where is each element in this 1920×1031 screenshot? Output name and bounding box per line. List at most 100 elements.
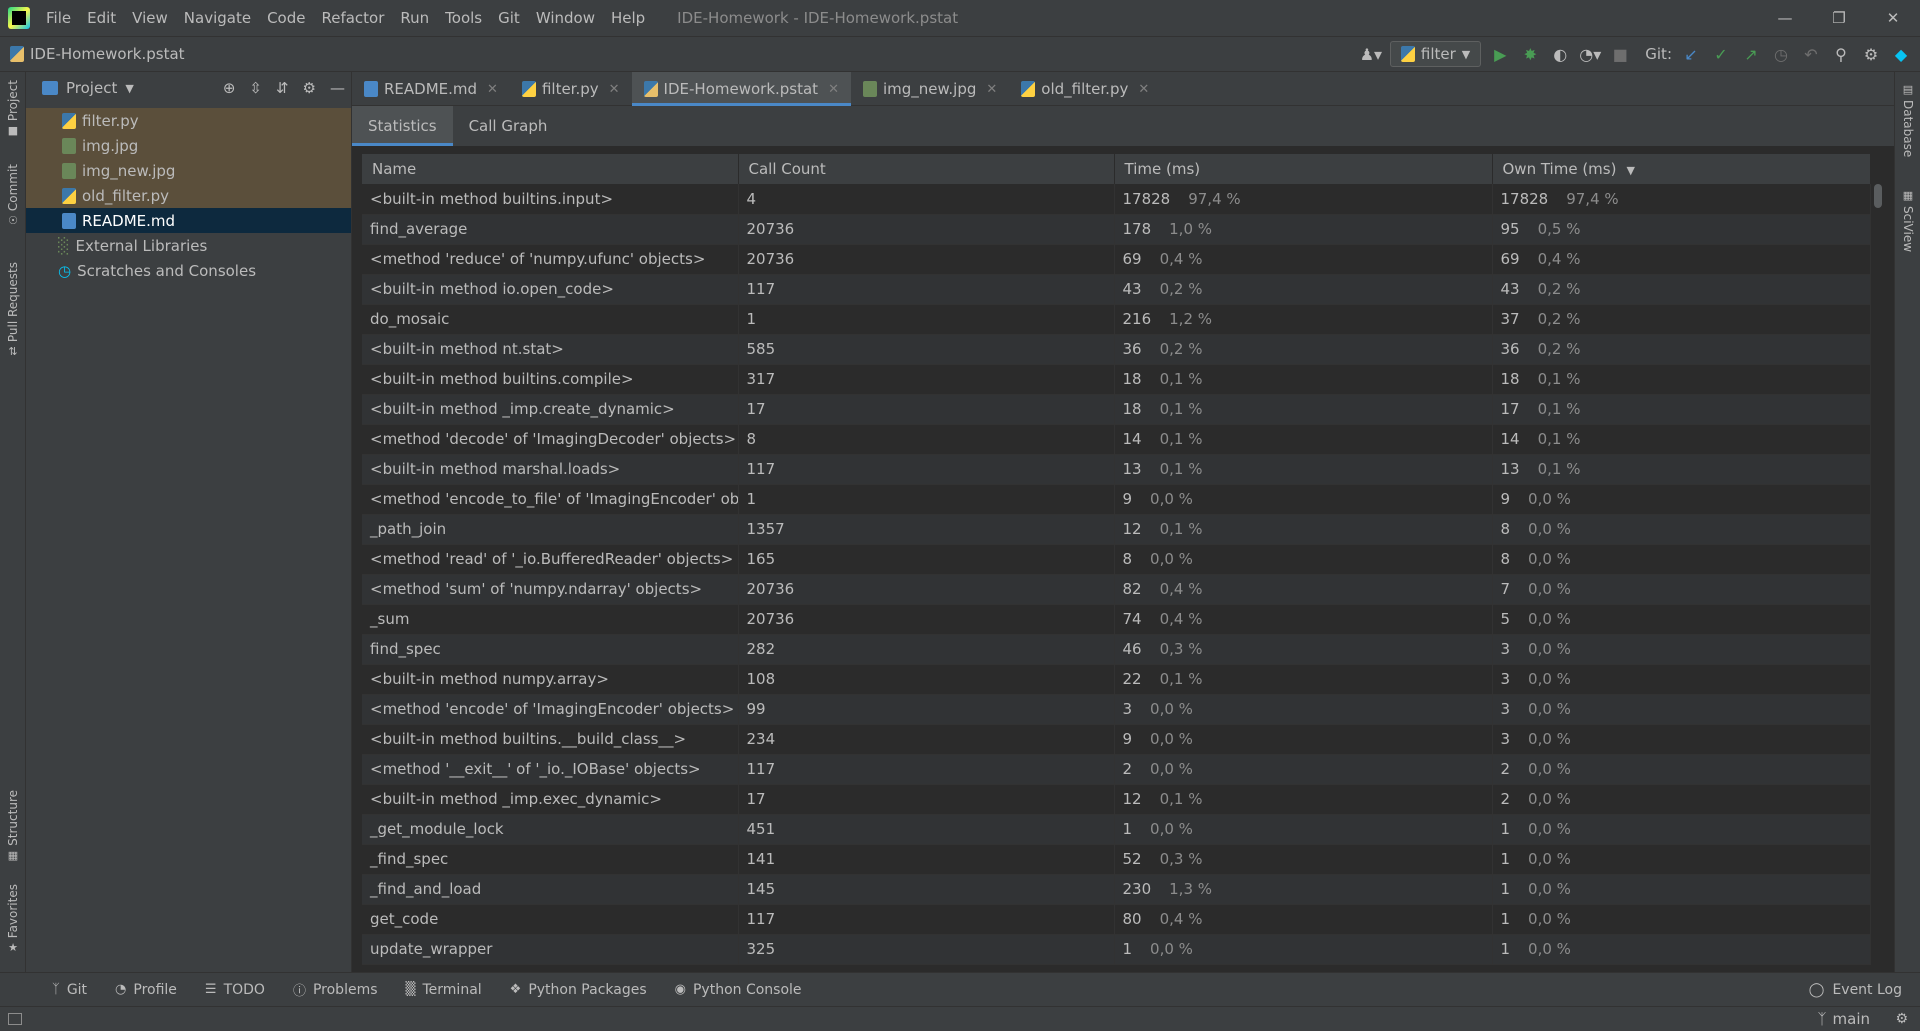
table-row[interactable]: <method 'sum' of 'numpy.ndarray' objects… bbox=[362, 574, 1871, 605]
history-icon[interactable]: ◷ bbox=[1770, 43, 1792, 65]
table-row[interactable]: <built-in method builtins.__build_class_… bbox=[362, 724, 1871, 755]
tool-tab-favorites[interactable]: Favorites ★ bbox=[0, 884, 26, 954]
column-header-own-time[interactable]: Own Time (ms) ▼ bbox=[1492, 154, 1871, 184]
menu-view[interactable]: View bbox=[124, 0, 176, 36]
table-row[interactable]: <built-in method _imp.exec_dynamic> 17 12 0… bbox=[362, 784, 1871, 815]
table-row[interactable]: <built-in method nt.stat> 585 36 0,2 % 36 0,2… bbox=[362, 334, 1871, 365]
table-row[interactable]: <built-in method io.open_code> 117 43 0,2 %… bbox=[362, 274, 1871, 305]
tab-filter-py[interactable]: filter.py ✕ bbox=[510, 72, 632, 106]
minimize-button[interactable]: — bbox=[1758, 0, 1812, 36]
user-icon[interactable]: ♟▾ bbox=[1360, 43, 1382, 65]
menu-help[interactable]: Help bbox=[603, 0, 653, 36]
table-row[interactable]: update_wrapper 325 1 0,0 % 1 0,0 % bbox=[362, 934, 1871, 965]
git-branch-widget[interactable]: ᛉ main bbox=[1818, 1010, 1871, 1028]
table-row[interactable]: <method 'read' of '_io.BufferedReader' o… bbox=[362, 544, 1871, 575]
tree-item-old-filter-py[interactable]: old_filter.py bbox=[26, 183, 351, 208]
menu-navigate[interactable]: Navigate bbox=[176, 0, 259, 36]
table-row[interactable]: <method 'encode' of 'ImagingEncoder' obj… bbox=[362, 694, 1871, 725]
inspector-icon[interactable]: ⚙ bbox=[1895, 1011, 1908, 1027]
vertical-scrollbar[interactable] bbox=[1874, 184, 1882, 208]
debug-icon[interactable]: ✸ bbox=[1519, 43, 1541, 65]
close-icon[interactable]: ✕ bbox=[609, 82, 620, 97]
git-commit-icon[interactable]: ✓ bbox=[1710, 43, 1732, 65]
table-row[interactable]: _find_spec 141 52 0,3 % 1 0,0 % bbox=[362, 844, 1871, 875]
expand-all-icon[interactable]: ⇳ bbox=[249, 79, 262, 97]
restore-button[interactable]: ❐ bbox=[1812, 0, 1866, 36]
table-row[interactable]: _sum 20736 74 0,4 % 5 0,0 % bbox=[362, 604, 1871, 635]
table-row[interactable]: <method 'encode_to_file' of 'ImagingEnco… bbox=[362, 484, 1871, 515]
table-row[interactable]: <method 'decode' of 'ImagingDecoder' obj… bbox=[362, 424, 1871, 455]
tool-window-python-packages[interactable]: ❖ Python Packages bbox=[496, 973, 661, 1007]
table-row[interactable]: get_code 117 80 0,4 % 1 0,0 % bbox=[362, 904, 1871, 935]
table-row[interactable]: <built-in method numpy.array> 108 22 0,1 % 3… bbox=[362, 664, 1871, 695]
menu-code[interactable]: Code bbox=[259, 0, 313, 36]
chevron-down-icon[interactable]: ▼ bbox=[125, 82, 133, 95]
gear-icon[interactable]: ⚙ bbox=[1860, 43, 1882, 65]
tool-window-todo[interactable]: ☰ TODO bbox=[191, 973, 279, 1007]
column-header-call-count[interactable]: Call Count bbox=[738, 154, 1115, 184]
column-header-time[interactable]: Time (ms) bbox=[1114, 154, 1493, 184]
column-header-name[interactable]: Name bbox=[362, 154, 739, 184]
tool-window-git[interactable]: ᛉ Git bbox=[38, 973, 101, 1007]
tree-item-img-new-jpg[interactable]: img_new.jpg bbox=[26, 158, 351, 183]
table-row[interactable]: find_average 20736 178 1,0 % 95 0,5 % bbox=[362, 214, 1871, 245]
close-icon[interactable]: ✕ bbox=[1138, 82, 1149, 97]
tool-window-terminal[interactable]: ▒ Terminal bbox=[392, 973, 496, 1007]
table-row[interactable]: do_mosaic 1 216 1,2 % 37 0,2 % bbox=[362, 304, 1871, 335]
run-configuration-select[interactable]: filter ▼ bbox=[1389, 41, 1482, 67]
tool-tab-commit[interactable]: Commit ☉ bbox=[0, 164, 26, 227]
gear-icon[interactable]: ⚙ bbox=[303, 79, 316, 97]
git-update-icon[interactable]: ↙ bbox=[1680, 43, 1702, 65]
tool-window-problems[interactable]: ⓘ Problems bbox=[279, 973, 392, 1007]
tab-old-filter-py[interactable]: old_filter.py ✕ bbox=[1009, 72, 1161, 106]
tool-tab-structure[interactable]: Structure ▦ bbox=[0, 790, 26, 862]
table-row[interactable]: <method '__exit__' of '_io._IOBase' obje… bbox=[362, 754, 1871, 785]
table-row[interactable]: _get_module_lock 451 1 0,0 % 1 0,0 % bbox=[362, 814, 1871, 845]
menu-git[interactable]: Git bbox=[490, 0, 528, 36]
tab-statistics[interactable]: Statistics bbox=[352, 106, 453, 146]
table-row[interactable]: <built-in method builtins.compile> 317 18 0… bbox=[362, 364, 1871, 395]
tree-item-readme-md[interactable]: README.md bbox=[26, 208, 351, 233]
table-row[interactable]: _path_join 1357 12 0,1 % 8 0,0 % bbox=[362, 514, 1871, 545]
close-window-button[interactable]: ✕ bbox=[1866, 0, 1920, 36]
tree-item-scratches[interactable]: ◷ Scratches and Consoles bbox=[26, 258, 351, 283]
tool-window-profile[interactable]: ◔ Profile bbox=[101, 973, 191, 1007]
stop-icon[interactable]: ■ bbox=[1609, 43, 1631, 65]
git-push-icon[interactable]: ↗ bbox=[1740, 43, 1762, 65]
collapse-all-icon[interactable]: ⇵ bbox=[276, 79, 289, 97]
table-row[interactable]: <method 'reduce' of 'numpy.ufunc' object… bbox=[362, 244, 1871, 275]
run-icon[interactable]: ▶ bbox=[1489, 43, 1511, 65]
menu-window[interactable]: Window bbox=[528, 0, 603, 36]
menu-edit[interactable]: Edit bbox=[79, 0, 124, 36]
tab-readme-md[interactable]: README.md ✕ bbox=[352, 72, 510, 106]
menu-run[interactable]: Run bbox=[392, 0, 437, 36]
toggle-tool-windows-icon[interactable] bbox=[8, 1013, 22, 1025]
tree-item-img-jpg[interactable]: img.jpg bbox=[26, 133, 351, 158]
locate-icon[interactable]: ⊕ bbox=[223, 79, 236, 97]
tab-ide-homework-pstat[interactable]: IDE-Homework.pstat ✕ bbox=[631, 72, 852, 106]
tab-img-new-jpg[interactable]: img_new.jpg ✕ bbox=[851, 72, 1009, 106]
search-icon[interactable]: ⚲ bbox=[1830, 43, 1852, 65]
close-icon[interactable]: ✕ bbox=[828, 82, 839, 97]
hide-icon[interactable]: — bbox=[330, 79, 345, 97]
menu-refactor[interactable]: Refactor bbox=[313, 0, 392, 36]
table-row[interactable]: <built-in method marshal.loads> 117 13 0,1 … bbox=[362, 454, 1871, 485]
tool-tab-project[interactable]: Project ■ bbox=[0, 80, 26, 137]
tool-tab-pull-requests[interactable]: Pull Requests ⇅ bbox=[0, 262, 26, 358]
table-row[interactable]: _find_and_load 145 230 1,3 % 1 0,0 % bbox=[362, 874, 1871, 905]
event-log-button[interactable]: ◯ Event Log bbox=[1809, 973, 1902, 1007]
ide-feature-icon[interactable]: ◆ bbox=[1890, 43, 1912, 65]
profile-run-icon[interactable]: ◔▾ bbox=[1579, 43, 1601, 65]
rollback-icon[interactable]: ↶ bbox=[1800, 43, 1822, 65]
tool-tab-database[interactable]: ▤ Database bbox=[1895, 84, 1920, 158]
close-icon[interactable]: ✕ bbox=[986, 82, 997, 97]
tree-item-external-libraries[interactable]: ░ External Libraries bbox=[26, 233, 351, 258]
tool-tab-sciview[interactable]: ▦ SciView bbox=[1895, 190, 1920, 253]
tab-call-graph[interactable]: Call Graph bbox=[453, 106, 564, 146]
menu-tools[interactable]: Tools bbox=[437, 0, 490, 36]
table-row[interactable]: find_spec 282 46 0,3 % 3 0,0 % bbox=[362, 634, 1871, 665]
breadcrumb[interactable]: IDE-Homework.pstat bbox=[10, 45, 185, 63]
table-row[interactable]: <built-in method builtins.input> 4 17828 97… bbox=[362, 184, 1871, 215]
tool-window-python-console[interactable]: ◉ Python Console bbox=[661, 973, 816, 1007]
project-view-select[interactable]: Project bbox=[66, 79, 117, 97]
